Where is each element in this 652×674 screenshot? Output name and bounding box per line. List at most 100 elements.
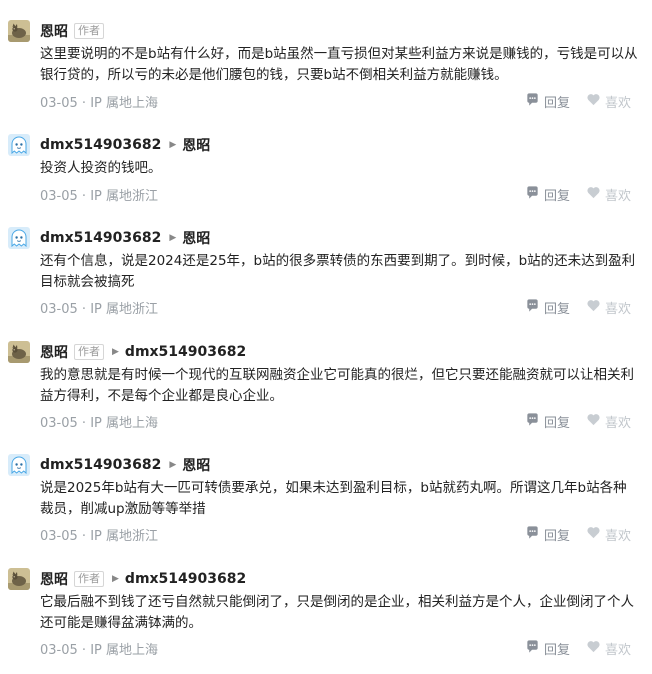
comment-date: 03-05: [40, 529, 78, 544]
user-avatar[interactable]: [8, 568, 30, 590]
cat-avatar-icon: [8, 20, 30, 42]
comment-header: 恩昭 作者: [40, 20, 104, 42]
comment-header: 恩昭 作者 ▶ dmx514903682: [40, 341, 246, 363]
reply-button[interactable]: 回复: [525, 92, 570, 111]
author-badge: 作者: [74, 23, 104, 39]
comment-actions: 回复 喜欢: [525, 525, 645, 544]
like-button[interactable]: 喜欢: [586, 185, 631, 204]
heart-icon: [586, 298, 605, 317]
reply-icon: [525, 639, 544, 658]
author-name[interactable]: dmx514903682: [40, 137, 161, 153]
comment-date: 03-05: [40, 96, 78, 111]
reply-target-name[interactable]: dmx514903682: [125, 344, 246, 360]
like-button[interactable]: 喜欢: [586, 92, 631, 111]
comment-meta: 03-05 · IP 属地浙江: [40, 529, 158, 544]
comment-meta: 03-05 · IP 属地上海: [40, 96, 158, 111]
reply-button[interactable]: 回复: [525, 525, 570, 544]
comment-header: 恩昭 作者 ▶ dmx514903682: [40, 568, 246, 590]
author-name[interactable]: dmx514903682: [40, 457, 161, 473]
reply-arrow-icon: ▶: [112, 347, 119, 357]
reply-label: 回复: [544, 416, 571, 431]
comment-date: 03-05: [40, 189, 78, 204]
comment-actions: 回复 喜欢: [525, 298, 645, 317]
comment-thread: 恩昭 作者 这里要说明的不是b站有什么好，而是b站虽然一直亏损但对某些利益方来说…: [0, 0, 652, 674]
comment-text: 投资人投资的钱吧。: [40, 160, 162, 176]
reply-icon: [525, 525, 544, 544]
reply-arrow-icon: ▶: [169, 140, 177, 150]
comment-actions: 回复 喜欢: [525, 412, 645, 431]
cat-avatar-icon: [8, 341, 30, 363]
author-badge: 作者: [74, 571, 104, 587]
ip-location: IP 属地上海: [90, 643, 158, 658]
comment-actions: 回复 喜欢: [525, 639, 645, 658]
reply-button[interactable]: 回复: [525, 185, 570, 204]
ip-location: IP 属地上海: [90, 96, 158, 111]
like-label: 喜欢: [605, 643, 632, 658]
comment-date: 03-05: [40, 416, 78, 431]
comment-meta: 03-05 · IP 属地上海: [40, 643, 158, 658]
user-avatar[interactable]: [8, 227, 30, 249]
comment-header: dmx514903682 ▶ 恩昭: [40, 227, 210, 249]
like-label: 喜欢: [605, 96, 632, 111]
ip-location: IP 属地浙江: [90, 302, 158, 317]
reply-icon: [525, 185, 544, 204]
like-label: 喜欢: [605, 529, 632, 544]
reply-label: 回复: [544, 643, 571, 658]
reply-label: 回复: [544, 189, 571, 204]
author-name[interactable]: 恩昭: [40, 21, 68, 41]
like-label: 喜欢: [605, 302, 632, 317]
comment-actions: 回复 喜欢: [525, 185, 645, 204]
ip-location: IP 属地浙江: [90, 189, 158, 204]
reply-button[interactable]: 回复: [525, 298, 570, 317]
comment-text: 还有个信息，说是2024还是25年，b站的很多票转债的东西要到期了。到时候，b站…: [40, 253, 636, 290]
user-avatar[interactable]: [8, 341, 30, 363]
ghost-avatar-icon: [8, 454, 30, 476]
reply-arrow-icon: ▶: [169, 460, 177, 470]
reply-arrow-icon: ▶: [169, 233, 177, 243]
heart-icon: [586, 92, 605, 111]
reply-label: 回复: [544, 96, 571, 111]
comment-header: dmx514903682 ▶ 恩昭: [40, 134, 210, 156]
comment-text: 它最后融不到钱了还亏自然就只能倒闭了，只是倒闭的是企业，相关利益方是个人，企业倒…: [40, 594, 634, 631]
author-name[interactable]: 恩昭: [40, 569, 68, 589]
comment-date: 03-05: [40, 643, 78, 658]
author-name[interactable]: dmx514903682: [40, 230, 161, 246]
reply-button[interactable]: 回复: [525, 639, 570, 658]
like-label: 喜欢: [605, 416, 632, 431]
like-button[interactable]: 喜欢: [586, 639, 631, 658]
comment-text: 我的意思就是有时候一个现代的互联网融资企业它可能真的很烂，但它只要还能融资就可以…: [40, 367, 634, 404]
ip-location: IP 属地上海: [90, 416, 158, 431]
heart-icon: [586, 412, 605, 431]
ip-location: IP 属地浙江: [90, 529, 158, 544]
comment-text: 这里要说明的不是b站有什么好，而是b站虽然一直亏损但对某些利益方来说是赚钱的，亏…: [40, 46, 638, 83]
author-name[interactable]: 恩昭: [40, 342, 68, 362]
comment-date: 03-05: [40, 302, 78, 317]
comment-header: dmx514903682 ▶ 恩昭: [40, 454, 210, 476]
reply-target-name[interactable]: 恩昭: [182, 455, 210, 475]
like-button[interactable]: 喜欢: [586, 525, 631, 544]
ghost-avatar-icon: [8, 134, 30, 156]
cat-avatar-icon: [8, 568, 30, 590]
heart-icon: [586, 639, 605, 658]
comment-meta: 03-05 · IP 属地上海: [40, 416, 158, 431]
reply-label: 回复: [544, 302, 571, 317]
reply-target-name[interactable]: dmx514903682: [125, 571, 246, 587]
reply-arrow-icon: ▶: [112, 574, 119, 584]
user-avatar[interactable]: [8, 20, 30, 42]
heart-icon: [586, 525, 605, 544]
like-button[interactable]: 喜欢: [586, 412, 631, 431]
reply-label: 回复: [544, 529, 571, 544]
comment-text: 说是2025年b站有大一匹可转债要承兑，如果未达到盈利目标，b站就药丸啊。所谓这…: [40, 480, 627, 517]
comment-meta: 03-05 · IP 属地浙江: [40, 302, 158, 317]
heart-icon: [586, 185, 605, 204]
user-avatar[interactable]: [8, 134, 30, 156]
ghost-avatar-icon: [8, 227, 30, 249]
reply-button[interactable]: 回复: [525, 412, 570, 431]
user-avatar[interactable]: [8, 454, 30, 476]
reply-target-name[interactable]: 恩昭: [182, 228, 210, 248]
like-button[interactable]: 喜欢: [586, 298, 631, 317]
reply-icon: [525, 298, 544, 317]
author-badge: 作者: [74, 344, 104, 360]
comment-meta: 03-05 · IP 属地浙江: [40, 189, 158, 204]
reply-target-name[interactable]: 恩昭: [182, 135, 210, 155]
